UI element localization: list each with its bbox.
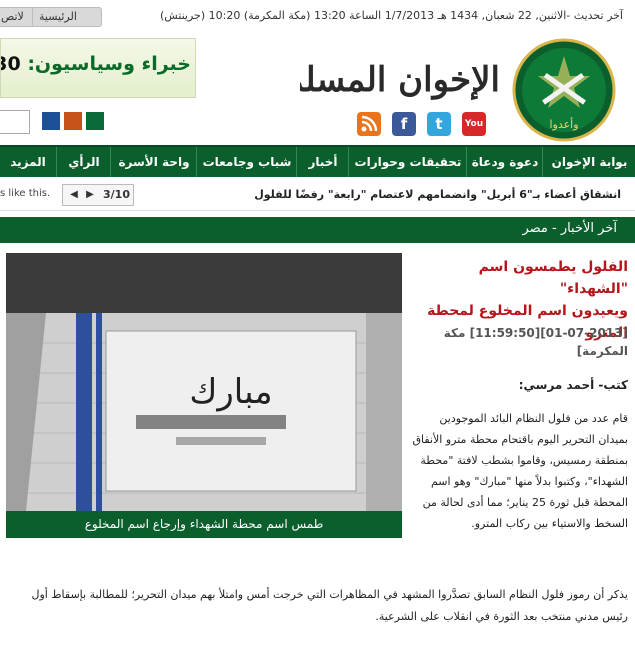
main-nav: بوابة الإخوان دعوة ودعاة تحقيقات وحوارات… (0, 145, 635, 177)
article-photo: مبارك طمس اسم محطة الشهداء وإرجاع اسم ال… (6, 253, 402, 538)
ticker-headline-link[interactable]: انشقاق أعضاء بـ"6 أبريل" وانضمامهم لاعتص… (254, 188, 621, 201)
nav-item-more[interactable]: المزيد (0, 147, 56, 177)
theme-green-swatch[interactable] (86, 112, 104, 130)
headline-line-1: الفلول يطمسون اسم "الشهداء" (478, 259, 628, 297)
site-logo-text[interactable]: الإخوان المسلمون (300, 42, 500, 118)
article-body-paragraph-2: يذكر أن رموز فلول النظام السابق تصدَّروا… (31, 588, 629, 623)
last-update-text: آخر تحديث -الاثنين, 22 شعبان, 1434 هـ 1/… (159, 9, 623, 22)
theme-blue-swatch[interactable] (42, 112, 60, 130)
nav-item-opinion[interactable]: الرأي (56, 147, 111, 177)
article-author: كتب- أحمد مرسي: (518, 378, 628, 392)
nav-item-dawa[interactable]: دعوة ودعاة (466, 147, 543, 177)
photo-sign-text: مبارك (189, 372, 272, 412)
metro-station-photo: مبارك (6, 253, 402, 511)
facebook-icon[interactable]: f (392, 112, 416, 136)
news-ticker: s like this. ◀ ▶ 3/10 انشقاق أعضاء بـ"6 … (0, 180, 635, 211)
nav-item-family[interactable]: واحة الأسرة (110, 147, 197, 177)
search-input[interactable] (0, 110, 30, 134)
facebook-like-text: s like this. (0, 188, 51, 199)
banner-headline: خبراء وسياسيون: 30 يوني (1, 53, 191, 75)
nav-item-portal[interactable]: بوابة الإخوان (542, 147, 635, 177)
banner-part-1: خبراء وسياسيون: (27, 53, 191, 75)
article-date: [01-07-2013][11:59:50] مكة المكرمة] (443, 326, 628, 358)
section-bar: آخر الأخبار - مصر (0, 217, 635, 243)
twitter-icon[interactable]: t (427, 112, 451, 136)
rss-icon[interactable] (357, 112, 381, 136)
site-emblem-icon[interactable]: وأعدوا (510, 36, 618, 144)
nav-item-news[interactable]: أخبار (296, 147, 349, 177)
article-body-paragraph-1: قام عدد من فلول النظام البائد الموجودين … (412, 412, 628, 530)
ticker-pager: ◀ ▶ 3/10 (62, 184, 134, 206)
promo-banner[interactable]: خبراء وسياسيون: 30 يوني (0, 38, 196, 98)
ticker-prev-icon[interactable]: ◀ (67, 185, 81, 205)
nav-item-youth[interactable]: شباب وجامعات (196, 147, 297, 177)
ticker-next-icon[interactable]: ▶ (83, 185, 97, 205)
emblem-caption: وأعدوا (549, 117, 578, 131)
home-button[interactable]: الرئيسية (32, 7, 102, 27)
section-title[interactable]: آخر الأخبار - مصر (522, 221, 617, 236)
nav-item-investigations[interactable]: تحقيقات وحوارات (348, 147, 467, 177)
theme-orange-swatch[interactable] (64, 112, 82, 130)
top-bar: لاتص الرئيسية آخر تحديث -الاثنين, 22 شعب… (0, 0, 635, 32)
photo-caption: طمس اسم محطة الشهداء وإرجاع اسم المخلوع (84, 517, 324, 531)
youtube-icon[interactable]: You (462, 112, 486, 136)
banner-part-2: 30 يوني (1, 53, 21, 75)
ticker-counter: 3/10 (103, 188, 130, 201)
